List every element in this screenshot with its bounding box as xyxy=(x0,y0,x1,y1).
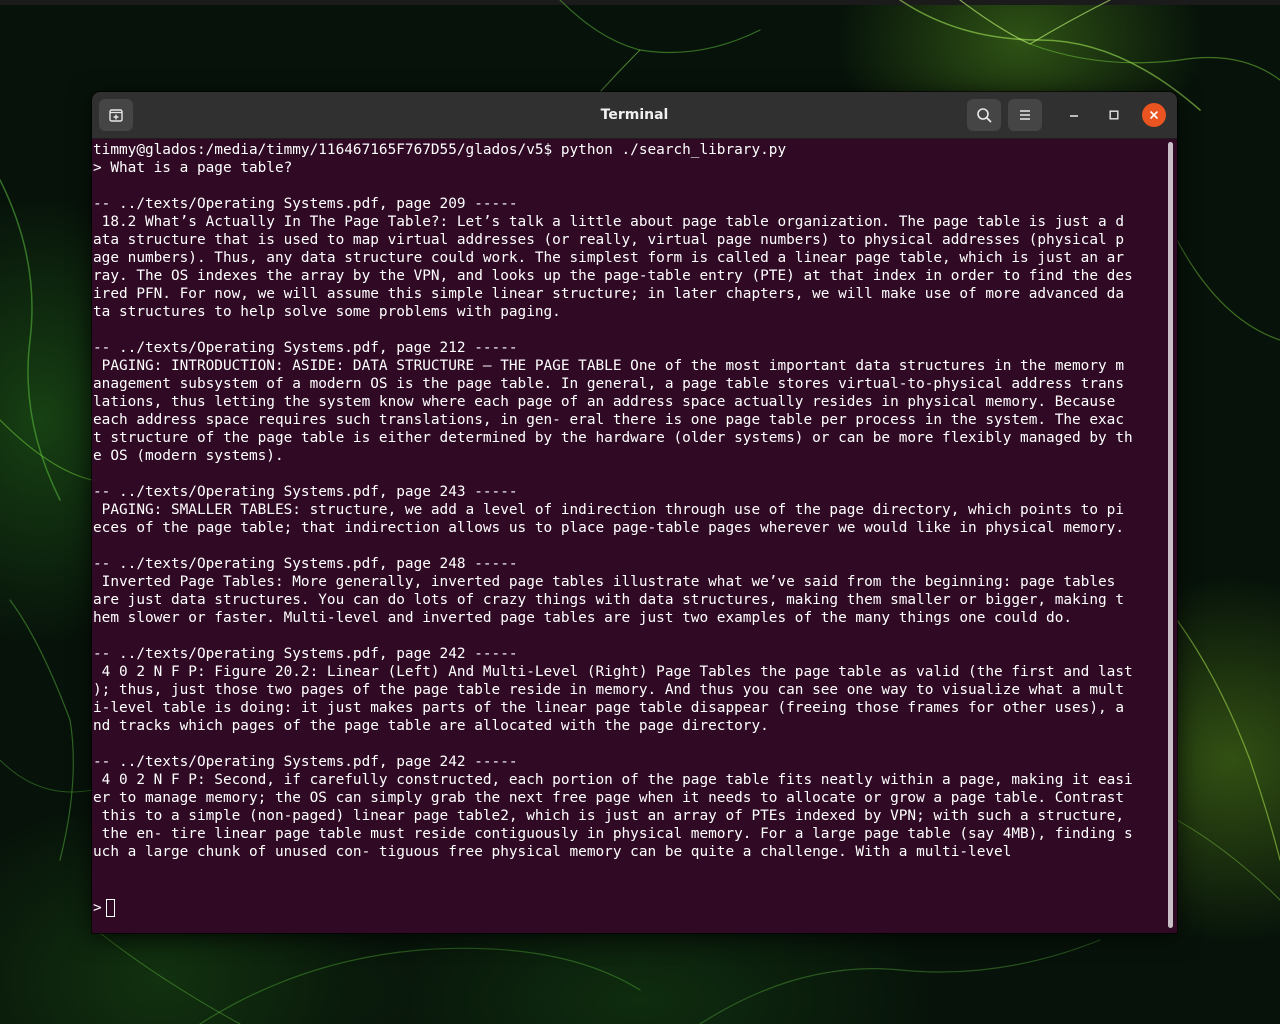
terminal-line: 18.2 What’s Actually In The Page Table?:… xyxy=(93,214,1125,230)
text-cursor xyxy=(105,899,115,917)
terminal-output[interactable]: timmy@glados:/media/timmy/116467165F767D… xyxy=(93,141,1167,931)
terminal-line: > What is a page table? xyxy=(93,160,293,176)
terminal-lines: timmy@glados:/media/timmy/116467165F767D… xyxy=(93,141,1167,897)
terminal-line: -- ../texts/Operating Systems.pdf, page … xyxy=(93,646,518,662)
headerbar: Terminal xyxy=(92,92,1177,139)
maximize-button[interactable] xyxy=(1102,103,1126,127)
terminal-line: anagement subsystem of a modern OS is th… xyxy=(93,376,1125,392)
terminal-line: -- ../texts/Operating Systems.pdf, page … xyxy=(93,484,518,500)
new-tab-button[interactable] xyxy=(99,99,133,131)
search-button[interactable] xyxy=(967,99,1001,131)
terminal-line: this to a simple (non-paged) linear page… xyxy=(93,808,1125,824)
close-icon xyxy=(1148,106,1160,125)
terminal-line: the en- tire linear page table must resi… xyxy=(93,826,1133,842)
terminal-line: -- ../texts/Operating Systems.pdf, page … xyxy=(93,196,518,212)
terminal-line: e OS (modern systems). xyxy=(93,448,284,464)
terminal-line: -- ../texts/Operating Systems.pdf, page … xyxy=(93,556,518,572)
terminal-line: ata structure that is used to map virtua… xyxy=(93,232,1125,248)
minimize-button[interactable] xyxy=(1062,103,1086,127)
terminal-line: ); thus, just those two pages of the pag… xyxy=(93,682,1125,698)
new-tab-icon xyxy=(108,107,124,123)
terminal-scrollbar[interactable] xyxy=(1168,142,1173,928)
terminal-line: age numbers). Thus, any data structure c… xyxy=(93,250,1125,266)
terminal-line: PAGING: SMALLER TABLES: structure, we ad… xyxy=(93,502,1125,518)
terminal-line: PAGING: INTRODUCTION: ASIDE: DATA STRUCT… xyxy=(93,358,1125,374)
prompt-symbol: > xyxy=(93,900,102,916)
terminal-line: timmy@glados:/media/timmy/116467165F767D… xyxy=(93,142,787,158)
terminal-line: 4 0 2 N F P: Second, if carefully constr… xyxy=(93,772,1133,788)
terminal-line: nd tracks which pages of the page table … xyxy=(93,718,769,734)
terminal-line: ray. The OS indexes the array by the VPN… xyxy=(93,268,1133,284)
terminal-prompt-row[interactable]: > xyxy=(93,897,1167,919)
terminal-line: 4 0 2 N F P: Figure 20.2: Linear (Left) … xyxy=(93,664,1133,680)
maximize-icon xyxy=(1108,106,1120,125)
minimize-icon xyxy=(1068,106,1080,125)
terminal-line: -- ../texts/Operating Systems.pdf, page … xyxy=(93,754,518,770)
close-button[interactable] xyxy=(1142,103,1166,127)
terminal-line: i-level table is doing: it just makes pa… xyxy=(93,700,1125,716)
terminal-line: ired PFN. For now, we will assume this s… xyxy=(93,286,1125,302)
terminal-line: -- ../texts/Operating Systems.pdf, page … xyxy=(93,340,518,356)
terminal-line: eces of the page table; that indirection… xyxy=(93,520,1125,536)
terminal-line: t structure of the page table is either … xyxy=(93,430,1133,446)
terminal-line: lations, thus letting the system know wh… xyxy=(93,394,1116,410)
search-icon xyxy=(976,107,992,123)
terminal-line: Inverted Page Tables: More generally, in… xyxy=(93,574,1116,590)
menu-button[interactable] xyxy=(1008,99,1042,131)
terminal-line: uch a large chunk of unused con- tiguous… xyxy=(93,844,1012,860)
hamburger-menu-icon xyxy=(1017,107,1033,123)
terminal-line: each address space requires such transla… xyxy=(93,412,1125,428)
terminal-line: er to manage memory; the OS can simply g… xyxy=(93,790,1125,806)
terminal-window: Terminal timmy@glados:/media/timmy/11646… xyxy=(92,92,1177,933)
terminal-line: hem slower or faster. Multi-level and in… xyxy=(93,610,1073,626)
terminal-line: ta structures to help solve some problem… xyxy=(93,304,561,320)
terminal-line: are just data structures. You can do lot… xyxy=(93,592,1125,608)
